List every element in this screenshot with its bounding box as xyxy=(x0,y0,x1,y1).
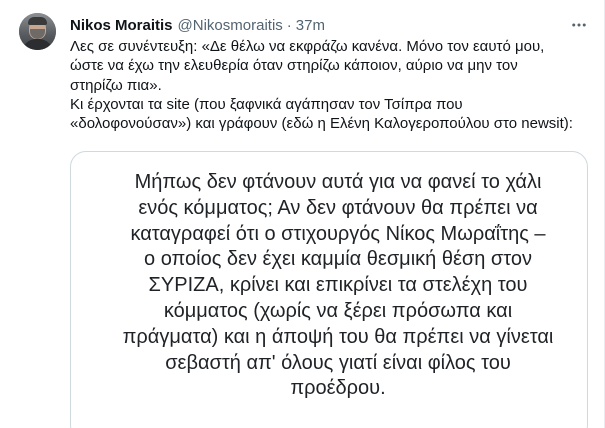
more-horizontal-icon xyxy=(572,23,586,27)
tweet-text-line: ώστε να έχω την ελευθερία όταν στηρίζω κ… xyxy=(70,57,518,75)
author-handle[interactable]: @Nikosmoraitis xyxy=(178,17,283,34)
quoted-article-text: Μήπως δεν φτάνουν αυτά για να φανεί το χ… xyxy=(103,170,573,402)
tweet[interactable]: Nikos Moraitis @Nikosmoraitis · 37m Λες … xyxy=(0,0,605,428)
quote-line: κόμματος (χωρίς να ξέρει πρόσωπα και xyxy=(163,299,513,322)
avatar[interactable] xyxy=(19,13,56,50)
avatar-hair xyxy=(28,17,47,25)
quote-line: Μήπως δεν φτάνουν αυτά για να φανεί το χ… xyxy=(134,171,542,193)
quote-line: ενός κόμματος; Αν δεν φτάνουν θα πρέπει … xyxy=(138,196,538,219)
tweet-text-line: στηρίζω πια». xyxy=(70,76,162,94)
quote-line: καταγραφεί ότι ο στιχουργός Νίκος Μωραΐτ… xyxy=(130,222,546,245)
tweet-text-line: Κι έρχονται τα site (που ξαφνικά αγάπησα… xyxy=(70,95,463,113)
attached-image-card[interactable]: Μήπως δεν φτάνουν αυτά για να φανεί το χ… xyxy=(70,151,588,428)
header-separator: · xyxy=(286,16,292,34)
tweet-text: Λες σε συνέντευξη: «Δε θέλω να εκφράζω κ… xyxy=(70,37,595,133)
quote-line: ο οποίος δεν έχει καμμία θεσμική θέση στ… xyxy=(144,248,532,271)
quote-line: ΣΥΡΙΖΑ, κρίνει και επικρίνει τα στελέχη … xyxy=(148,274,528,297)
tweet-text-line: Λες σε συνέντευξη: «Δε θέλω να εκφράζω κ… xyxy=(70,38,545,55)
quote-line: σεβαστή απ' όλους γιατί είναι φίλος του xyxy=(165,351,511,374)
tweet-text-line: «δολοφονούσαν») και γράφουν (εδώ η Ελένη… xyxy=(70,115,573,133)
tweet-header: Nikos Moraitis @Nikosmoraitis · 37m xyxy=(70,15,325,35)
quote-line: προέδρου. xyxy=(290,377,386,400)
more-options-button[interactable] xyxy=(568,14,590,36)
tweet-timestamp[interactable]: 37m xyxy=(296,17,325,34)
author-name[interactable]: Nikos Moraitis xyxy=(70,17,173,34)
quote-line: πράγματα) και η άποψή του θα πρέπει να γ… xyxy=(122,325,554,348)
